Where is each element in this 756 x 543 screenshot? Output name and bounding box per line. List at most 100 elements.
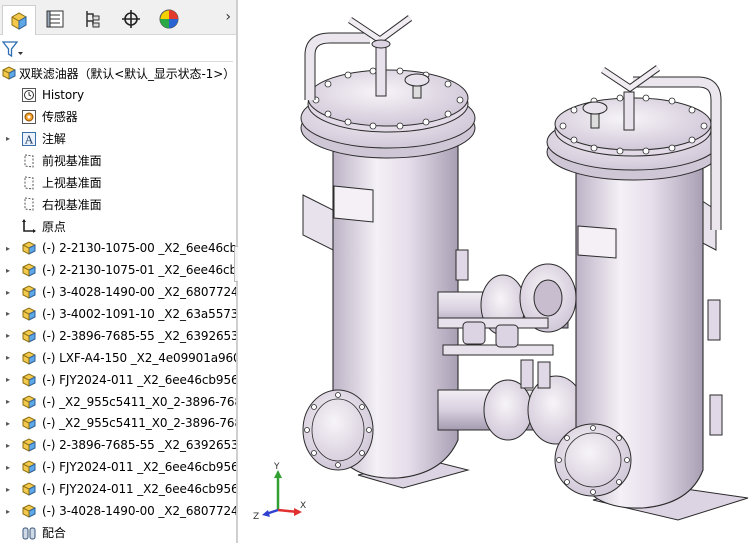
tree-item-label: History	[42, 87, 84, 102]
assembly-icon	[0, 64, 18, 82]
tree-item-label: 右视基准面	[42, 197, 102, 212]
tree-item[interactable]: ▸ (-) FJY2024-011 _X2_6ee46cb9566	[0, 369, 237, 391]
part-icon	[20, 371, 38, 389]
manager-tab-bar: ›	[0, 0, 237, 35]
graphics-area[interactable]: Y X Z	[238, 0, 756, 543]
tree-item-label: (-) 2-2130-1075-01 _X2_6ee46cb9	[42, 263, 237, 278]
expand-arrow-icon[interactable]: ▸	[3, 397, 13, 406]
plane-icon	[20, 152, 38, 170]
tree-item-label: (-) _X2_955c5411_X0_2-3896-7685	[42, 416, 237, 431]
tree-item-label: (-) 3-4028-1490-00 _X2_6807724c	[42, 504, 237, 518]
tree-item[interactable]: ▸ (-) 2-2130-1075-01 _X2_6ee46cb9	[0, 259, 237, 281]
plane-icon	[20, 174, 38, 192]
expand-arrow-icon[interactable]: ▸	[3, 331, 13, 340]
tree-item-label: 传感器	[42, 110, 78, 125]
part-icon	[20, 305, 38, 323]
part-icon	[20, 239, 38, 257]
dimxpert-tab[interactable]	[114, 6, 148, 32]
expand-arrow-icon[interactable]: ▸	[3, 485, 13, 494]
tree-item[interactable]: ▸ (-) FJY2024-011 _X2_6ee46cb9566	[0, 478, 237, 500]
tree-item[interactable]: ▸ (-) 2-3896-7685-55 _X2_6392653e	[0, 325, 237, 347]
origin-icon	[20, 217, 38, 235]
tree-item-label: (-) FJY2024-011 _X2_6ee46cb9566	[42, 482, 237, 497]
history-icon	[20, 86, 38, 104]
tree-item-label: 前视基准面	[42, 154, 102, 169]
filter-assembly-model[interactable]	[238, 0, 756, 543]
feature-manager-tab[interactable]	[2, 5, 36, 35]
tab-scroll-right-icon[interactable]: ›	[225, 9, 231, 25]
tree-item-label: 双联滤油器（默认<默认_显示状态-1>）	[19, 66, 236, 81]
expand-arrow-icon[interactable]: ▸	[3, 463, 13, 472]
tree-item-label: (-) 3-4028-1490-00 _X2_6807724c	[42, 285, 237, 299]
tree-item-label: 上视基准面	[42, 176, 102, 190]
tree-item[interactable]: ▸ (-) FJY2024-011 _X2_6ee46cb9566	[0, 456, 237, 478]
tree-item-label: (-) _X2_955c5411_X0_2-3896-7685	[42, 394, 237, 409]
expand-arrow-icon[interactable]: ▸	[3, 375, 13, 384]
expand-arrow-icon[interactable]: ▸	[3, 288, 13, 297]
tree-item[interactable]: ▸ (-) LXF-A4-150 _X2_4e09901a9600	[0, 347, 237, 369]
tree-item-label: (-) 3-4002-1091-10 _X2_63a55730	[42, 306, 237, 321]
tree-item[interactable]: 传感器	[0, 106, 237, 128]
annotation-icon: A	[20, 130, 38, 148]
expand-arrow-icon[interactable]: ▸	[3, 507, 13, 516]
tree-item[interactable]: ▸ A 注解	[0, 128, 237, 150]
x-axis-label: X	[300, 501, 306, 511]
tree-item[interactable]: 前视基准面	[0, 150, 237, 172]
part-icon	[20, 393, 38, 411]
expand-arrow-icon[interactable]: ▸	[3, 309, 13, 318]
expand-arrow-icon[interactable]: ▸	[3, 266, 13, 275]
part-icon	[20, 349, 38, 367]
right-filter-housing[interactable]	[546, 65, 749, 521]
tree-item-label: 配合	[42, 526, 66, 541]
part-icon	[20, 414, 38, 432]
filter-icon[interactable]	[2, 40, 24, 58]
expand-arrow-icon[interactable]: ▸	[3, 244, 13, 253]
reference-triad: Y X Z	[253, 462, 306, 520]
tree-item[interactable]: ▸ (-) 3-4002-1091-10 _X2_63a55730	[0, 303, 237, 325]
tree-item[interactable]: ▸ (-) 2-2130-1075-00 _X2_6ee46cb9	[0, 237, 237, 259]
tree-item[interactable]: 配合	[0, 522, 237, 543]
expand-arrow-icon[interactable]: ▸	[3, 134, 13, 143]
tree-item[interactable]: ▸ (-) 3-4028-1490-00 _X2_6807724c	[0, 500, 237, 522]
tree-item[interactable]: ▸ (-) 3-4028-1490-00 _X2_6807724c	[0, 281, 237, 303]
tree-item-label: (-) 2-3896-7685-55 _X2_6392653e	[42, 328, 237, 343]
part-icon	[20, 327, 38, 345]
tree-item[interactable]: ▸ (-) _X2_955c5411_X0_2-3896-7685	[0, 391, 237, 413]
tree-item[interactable]: 原点	[0, 215, 237, 237]
part-icon	[20, 436, 38, 454]
connecting-pipes[interactable]	[437, 263, 585, 445]
plane-icon	[20, 195, 38, 213]
configuration-manager-icon	[86, 11, 100, 28]
tree-item[interactable]: 右视基准面	[0, 193, 237, 215]
part-icon	[20, 458, 38, 476]
expand-arrow-icon[interactable]: ▸	[3, 419, 13, 428]
part-icon	[20, 502, 38, 520]
display-manager-tab[interactable]	[152, 6, 186, 32]
feature-manager-panel: › 双联滤油器（默认<默认_显示状态-1>） History 传感器 ▸ A 注解前视基准…	[0, 0, 237, 543]
part-icon	[20, 480, 38, 498]
tree-item[interactable]: History	[0, 84, 237, 106]
z-axis-label: Z	[253, 512, 259, 520]
tree-item[interactable]: ▸ (-) 2-3896-7685-55 _X2_6392653e	[0, 434, 237, 456]
y-axis-label: Y	[273, 462, 280, 472]
property-manager-icon	[46, 10, 64, 28]
property-manager-tab[interactable]	[38, 6, 72, 32]
part-icon	[20, 283, 38, 301]
expand-arrow-icon[interactable]: ▸	[3, 353, 13, 362]
mates-icon	[20, 524, 38, 542]
tree-item-label: (-) 2-3896-7685-55 _X2_6392653e	[42, 438, 237, 453]
part-icon	[20, 261, 38, 279]
tree-root-assembly[interactable]: 双联滤油器（默认<默认_显示状态-1>）	[0, 62, 237, 84]
feature-manager-icon	[11, 11, 27, 30]
configuration-manager-tab[interactable]	[76, 6, 110, 32]
tree-item[interactable]: 上视基准面	[0, 172, 237, 194]
tree-item-label: (-) 2-2130-1075-00 _X2_6ee46cb9	[42, 241, 237, 256]
tree-item-label: 原点	[42, 219, 66, 234]
solidworks-window: › 双联滤油器（默认<默认_显示状态-1>） History 传感器 ▸ A 注解前视基准…	[0, 0, 756, 543]
tree-item-label: (-) FJY2024-011 _X2_6ee46cb9566	[42, 372, 237, 387]
tree-item[interactable]: ▸ (-) _X2_955c5411_X0_2-3896-7685	[0, 412, 237, 434]
expand-arrow-icon[interactable]: ▸	[3, 441, 13, 450]
tree-item-label: 注解	[42, 132, 66, 147]
tree-filter-bar[interactable]	[0, 36, 233, 62]
dimxpert-icon	[122, 10, 140, 28]
